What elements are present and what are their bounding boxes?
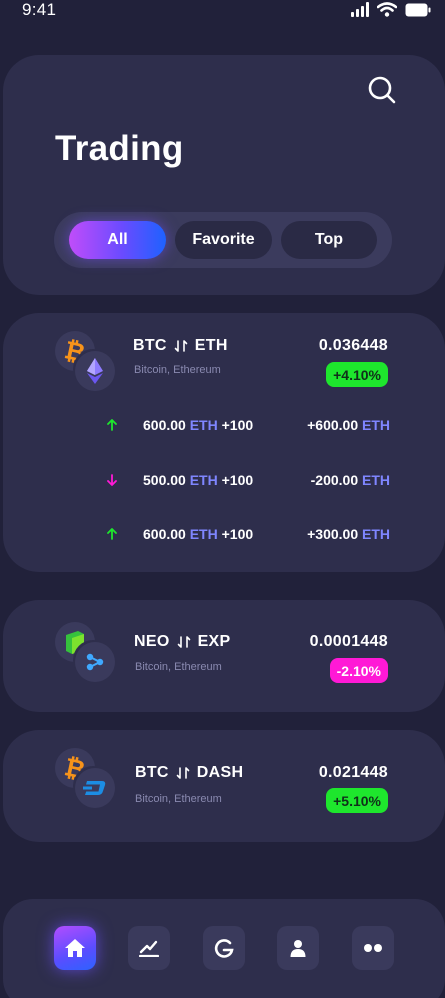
status-icons <box>351 2 431 17</box>
tab-all[interactable]: All <box>69 221 166 259</box>
transaction-change: +300.00 ETH <box>307 526 390 542</box>
pair-price: 0.0001448 <box>309 633 388 650</box>
swap-icon <box>176 767 190 779</box>
pair-base: NEO <box>134 633 170 650</box>
coin-pair-icons: ₿ <box>55 748 117 810</box>
transaction-row: 600.00 ETH +100 +300.00 ETH <box>3 524 445 544</box>
status-time: 9:41 <box>22 0 57 19</box>
coin-pair-icons: ₿ <box>55 331 117 393</box>
coin-pair-icons <box>55 622 117 684</box>
tab-top[interactable]: Top <box>281 221 377 259</box>
change-badge: -2.10% <box>329 658 388 683</box>
page-title: Trading <box>55 129 184 168</box>
search-button[interactable] <box>367 75 397 105</box>
nav-exchange[interactable] <box>203 926 245 970</box>
pair-card-btc-dash[interactable]: ₿ BTC DASH Bitcoin, Ethereum 0.021448 +5… <box>3 730 445 842</box>
home-icon <box>65 939 85 957</box>
change-badge: +4.10% <box>326 362 388 387</box>
arrow-down-icon <box>106 470 120 490</box>
nav-chart[interactable] <box>128 926 170 970</box>
exchange-icon <box>214 939 234 958</box>
nav-profile[interactable] <box>277 926 319 970</box>
pair-title: NEO EXP <box>134 633 231 651</box>
transaction-amount: 500.00 ETH +100 <box>143 472 254 488</box>
arrow-up-icon <box>106 524 120 544</box>
transaction-change: -200.00 ETH <box>310 472 390 488</box>
arrow-up-icon <box>106 415 120 435</box>
search-icon <box>368 76 396 104</box>
pair-card-neo-exp[interactable]: NEO EXP Bitcoin, Ethereum 0.0001448 -2.1… <box>3 600 445 712</box>
battery-icon <box>405 3 431 17</box>
transaction-amount: 600.00 ETH +100 <box>143 417 254 433</box>
header-card: Trading All Favorite Top <box>3 55 445 295</box>
pair-base: BTC <box>133 337 167 354</box>
pair-subtitle: Bitcoin, Ethereum <box>135 793 222 805</box>
transaction-amount: 600.00 ETH +100 <box>143 526 254 542</box>
pair-price: 0.036448 <box>318 337 388 354</box>
wifi-icon <box>377 2 397 17</box>
status-bar: 9:41 <box>0 0 445 24</box>
swap-icon <box>174 340 188 352</box>
swap-icon <box>177 636 190 648</box>
pair-title: BTC DASH <box>135 764 243 782</box>
transaction-change: +600.00 ETH <box>307 417 390 433</box>
dash-icon <box>75 768 115 808</box>
pair-quote: EXP <box>197 633 231 650</box>
pair-subtitle: Bitcoin, Ethereum <box>135 661 222 673</box>
pair-price: 0.021448 <box>318 764 388 781</box>
chart-icon <box>139 940 159 957</box>
transaction-row: 500.00 ETH +100 -200.00 ETH <box>3 470 445 490</box>
ethereum-icon <box>75 351 115 391</box>
nav-home[interactable] <box>54 926 96 970</box>
ripple-icon <box>75 642 115 682</box>
signal-icon <box>351 2 369 17</box>
pair-quote: DASH <box>196 764 244 781</box>
pair-title: BTC ETH <box>133 337 228 355</box>
bottom-nav <box>3 899 445 998</box>
more-icon <box>364 944 382 952</box>
pair-quote: ETH <box>194 337 228 354</box>
pair-card-btc-eth[interactable]: ₿ BTC ETH Bitcoin, Ethereum 0.036448 +4.… <box>3 313 445 572</box>
user-icon <box>290 940 306 957</box>
pair-base: BTC <box>135 764 169 781</box>
pair-subtitle: Bitcoin, Ethereum <box>134 364 221 376</box>
tab-bar: All Favorite Top <box>54 212 392 268</box>
tab-favorite[interactable]: Favorite <box>175 221 272 259</box>
transaction-row: 600.00 ETH +100 +600.00 ETH <box>3 415 445 435</box>
nav-more[interactable] <box>352 926 394 970</box>
change-badge: +5.10% <box>326 788 388 813</box>
